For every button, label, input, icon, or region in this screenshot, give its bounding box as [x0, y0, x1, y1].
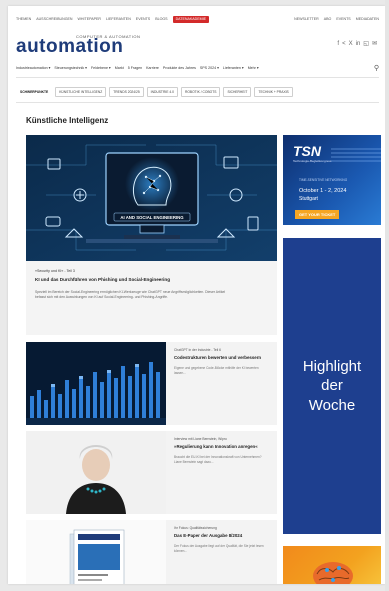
main-nav: Industrieautomation ▾ Steuerungstechnik …: [16, 63, 379, 73]
tab-schwerpunkte[interactable]: Schwerpunkte: [16, 87, 53, 97]
sidebar-teaser-image[interactable]: [283, 546, 381, 584]
article-title[interactable]: Das E-Paper der Ausgabe 8/2024: [174, 533, 269, 539]
tsn-ticket-button[interactable]: GET YOUR TICKET: [295, 210, 340, 219]
top-nav-link-whitepaper[interactable]: Whitepaper: [78, 17, 102, 21]
tsn-header: TIME-SENSITIVE NETWORKING: [299, 178, 348, 182]
main-nav-item[interactable]: Steuerungstechnik ▾: [54, 66, 87, 70]
article-kicker: Ihr Fokus: Qualitätssicherung: [174, 526, 217, 530]
highlight-label: Highlight der Woche: [302, 357, 362, 414]
article-card[interactable]: Interview mit Liane Bernstein, Wipro »Re…: [26, 431, 277, 514]
highlight-of-the-week[interactable]: Highlight der Woche: [283, 238, 381, 534]
linkedin-icon[interactable]: in: [356, 41, 361, 47]
hero-kicker: »Security und KI« - Teil 3: [35, 269, 75, 273]
top-nav-link-blogs[interactable]: Blogs: [155, 17, 167, 21]
topic-tabs: Schwerpunkte Künstliche Intelligenz Tren…: [16, 87, 379, 97]
article-image[interactable]: [26, 520, 166, 584]
main-nav-item[interactable]: Produkte des Jahres: [163, 66, 196, 70]
hero-image[interactable]: AI AND SOCIAL ENGINEERING: [26, 135, 277, 261]
article-teaser: Der Fokus der Ausgabe liegt auf der Qual…: [174, 543, 264, 553]
main-nav-item[interactable]: 5 Fragen: [128, 66, 142, 70]
top-nav-link-ausschreibungen[interactable]: Ausschreibungen: [36, 17, 72, 21]
top-nav-link-themen[interactable]: Themen: [16, 17, 31, 21]
x-icon[interactable]: X: [349, 41, 353, 47]
search-icon[interactable]: ⚲: [374, 64, 379, 72]
tsn-date: October 1 - 2, 2024: [299, 188, 347, 194]
page: Themen Ausschreibungen Whitepaper Liefer…: [8, 6, 385, 584]
top-nav-link-abo[interactable]: Abo: [324, 17, 332, 21]
hero-title[interactable]: KI und das Durchführen von Phishing und …: [35, 277, 268, 282]
hero-article-card[interactable]: »Security und KI« - Teil 3 KI und das Du…: [26, 261, 277, 335]
article-card[interactable]: ChatGPT in der Industrie - Teil 6 Codest…: [26, 342, 277, 425]
main-nav-item[interactable]: Mehr ▾: [248, 66, 259, 70]
main-nav-item[interactable]: Lieferanten ▾: [223, 66, 244, 70]
hero-image-caption: AI AND SOCIAL ENGINEERING: [120, 215, 184, 220]
article-title[interactable]: Codestrukturen bewerten und verbessern: [174, 355, 269, 361]
main-nav-item[interactable]: Karriere: [146, 66, 159, 70]
tsn-logo-subtitle: Technologie-Begleitkongress: [293, 159, 332, 163]
divider: [16, 77, 379, 78]
top-nav-right: Newsletter Abo Events Mediadaten: [294, 17, 379, 21]
social-icons: f < X in ◱ ✉: [337, 40, 377, 48]
top-nav-link-events-right[interactable]: Events: [336, 17, 350, 21]
tab-industrie-4-0[interactable]: Industrie 4.0: [146, 87, 178, 97]
section-title: Künstliche Intelligenz: [26, 116, 109, 125]
top-nav-link-datenakademie[interactable]: Datenakademie: [172, 15, 210, 23]
share-icon[interactable]: <: [342, 41, 346, 47]
top-nav-link-events[interactable]: Events: [136, 17, 150, 21]
top-nav: Themen Ausschreibungen Whitepaper Liefer…: [16, 14, 379, 24]
article-teaser: Braucht die EU-KI bei der Innovationskra…: [174, 454, 262, 464]
tab-technik-praxis[interactable]: Technik + Praxis: [254, 87, 293, 97]
email-icon[interactable]: ✉: [372, 40, 377, 47]
scrollbar[interactable]: [385, 0, 389, 591]
tsn-event-ad[interactable]: TSN Technologie-Begleitkongress TIME-SEN…: [283, 135, 381, 225]
main-nav-item[interactable]: Feldebene ▾: [91, 66, 111, 70]
logo-wordmark: automation: [16, 36, 124, 57]
top-nav-link-mediadaten[interactable]: Mediadaten: [356, 17, 379, 21]
tab-trends[interactable]: Trends 2024/25: [109, 87, 144, 97]
facebook-icon[interactable]: f: [337, 41, 339, 47]
article-kicker: ChatGPT in der Industrie - Teil 6: [174, 348, 221, 352]
tsn-logo: TSN: [293, 143, 321, 159]
divider: [16, 102, 379, 103]
article-image[interactable]: [26, 431, 166, 514]
tab-kuenstliche-intelligenz[interactable]: Künstliche Intelligenz: [55, 87, 107, 97]
article-text: Ihr Fokus: Qualitätssicherung Das E-Pape…: [166, 520, 277, 584]
site-logo[interactable]: Computer & Automation automation: [16, 32, 166, 57]
tsn-city: Stuttgart: [299, 196, 318, 202]
top-nav-link-newsletter[interactable]: Newsletter: [294, 17, 319, 21]
tsn-lines-graphic: [331, 148, 381, 162]
hero-teaser: Speziell im Bereich der Social-Engineeri…: [35, 290, 226, 300]
article-card[interactable]: Ihr Fokus: Qualitätssicherung Das E-Pape…: [26, 520, 277, 584]
tab-sicherheit[interactable]: Sicherheit: [223, 87, 252, 97]
main-nav-item[interactable]: Industrieautomation ▾: [16, 66, 50, 70]
article-image[interactable]: [26, 342, 166, 425]
tab-robotik[interactable]: Robotik / Cobots: [180, 87, 221, 97]
instagram-icon[interactable]: ◱: [363, 40, 369, 47]
article-kicker: Interview mit Liane Bernstein, Wipro: [174, 437, 227, 441]
article-text: ChatGPT in der Industrie - Teil 6 Codest…: [166, 342, 277, 425]
main-nav-item[interactable]: SPS 2024 ▾: [200, 66, 219, 70]
top-nav-link-lieferanten[interactable]: Lieferanten: [106, 17, 131, 21]
article-title[interactable]: »Regulierung kann Innovation anregen«: [174, 444, 269, 450]
top-nav-links: Themen Ausschreibungen Whitepaper Liefer…: [16, 15, 210, 23]
article-teaser: Eigene und gegebene Code-Blöcke mithilfe…: [174, 365, 259, 375]
main-nav-item[interactable]: Markt: [115, 66, 124, 70]
article-text: Interview mit Liane Bernstein, Wipro »Re…: [166, 431, 277, 514]
